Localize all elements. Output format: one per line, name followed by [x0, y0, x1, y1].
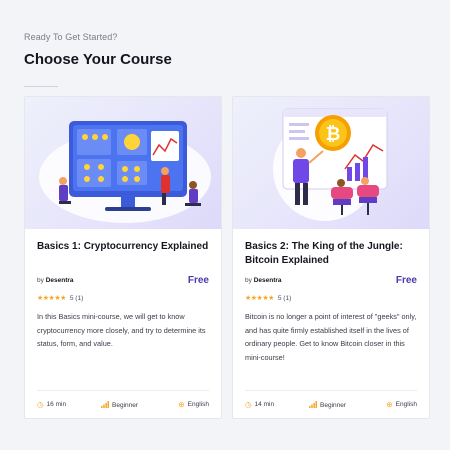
course-thumbnail[interactable] [25, 97, 221, 229]
course-card[interactable]: Basics 1: Cryptocurrency Explained by De… [24, 96, 222, 419]
course-duration: ◷ 14 min [245, 401, 274, 409]
star-rating-icon: ★★★★★ [245, 295, 274, 302]
course-duration: ◷ 16 min [37, 401, 66, 409]
course-author: by Desentra [245, 277, 282, 284]
rating-count: 5 (1) [277, 294, 292, 302]
globe-icon: ⊕ [386, 400, 393, 409]
rating-count: 5 (1) [69, 294, 84, 302]
course-description: Bitcoin is no longer a point of interest… [245, 312, 417, 362]
course-thumbnail[interactable]: ₿ [233, 97, 429, 229]
clock-icon: ◷ [37, 400, 44, 409]
title-divider [24, 86, 58, 87]
level-text: Beginner [112, 401, 139, 409]
card-divider [37, 390, 209, 391]
course-title[interactable]: Basics 2: The King of the Jungle: Bitcoi… [245, 240, 420, 268]
course-rating: ★★★★★ 5 (1) [37, 294, 84, 303]
course-author: by Desentra [37, 277, 74, 284]
language-text: English [187, 401, 209, 409]
signal-bars-icon [101, 401, 109, 410]
course-title[interactable]: Basics 1: Cryptocurrency Explained [37, 240, 212, 254]
by-label: by [245, 277, 252, 284]
duration-text: 16 min [46, 401, 67, 409]
star-rating-icon: ★★★★★ [37, 295, 66, 302]
course-language: ⊕ English [178, 401, 209, 409]
course-rating: ★★★★★ 5 (1) [245, 294, 292, 303]
course-level: Beginner [309, 401, 346, 410]
course-price: Free [187, 275, 209, 286]
author-name[interactable]: Desentra [254, 277, 282, 284]
card-divider [245, 390, 417, 391]
page-title: Choose Your Course [24, 51, 172, 68]
author-name[interactable]: Desentra [46, 277, 74, 284]
course-price: Free [395, 275, 417, 286]
by-label: by [37, 277, 44, 284]
eyebrow-text: Ready To Get Started? [24, 32, 118, 42]
bitcoin-illustration: ₿ [273, 108, 388, 221]
course-card[interactable]: ₿ Basics 2: The King of the Jungle: Bitc… [232, 96, 430, 419]
level-text: Beginner [320, 401, 347, 409]
duration-text: 14 min [254, 401, 275, 409]
language-text: English [395, 401, 417, 409]
globe-icon: ⊕ [178, 400, 185, 409]
course-description: In this Basics mini-course, we will get … [37, 312, 206, 348]
signal-bars-icon [309, 401, 317, 410]
clock-icon: ◷ [245, 400, 252, 409]
crypto-illustration [39, 121, 211, 223]
svg-text:₿: ₿ [326, 124, 341, 145]
course-level: Beginner [101, 401, 138, 410]
course-language: ⊕ English [386, 401, 417, 409]
